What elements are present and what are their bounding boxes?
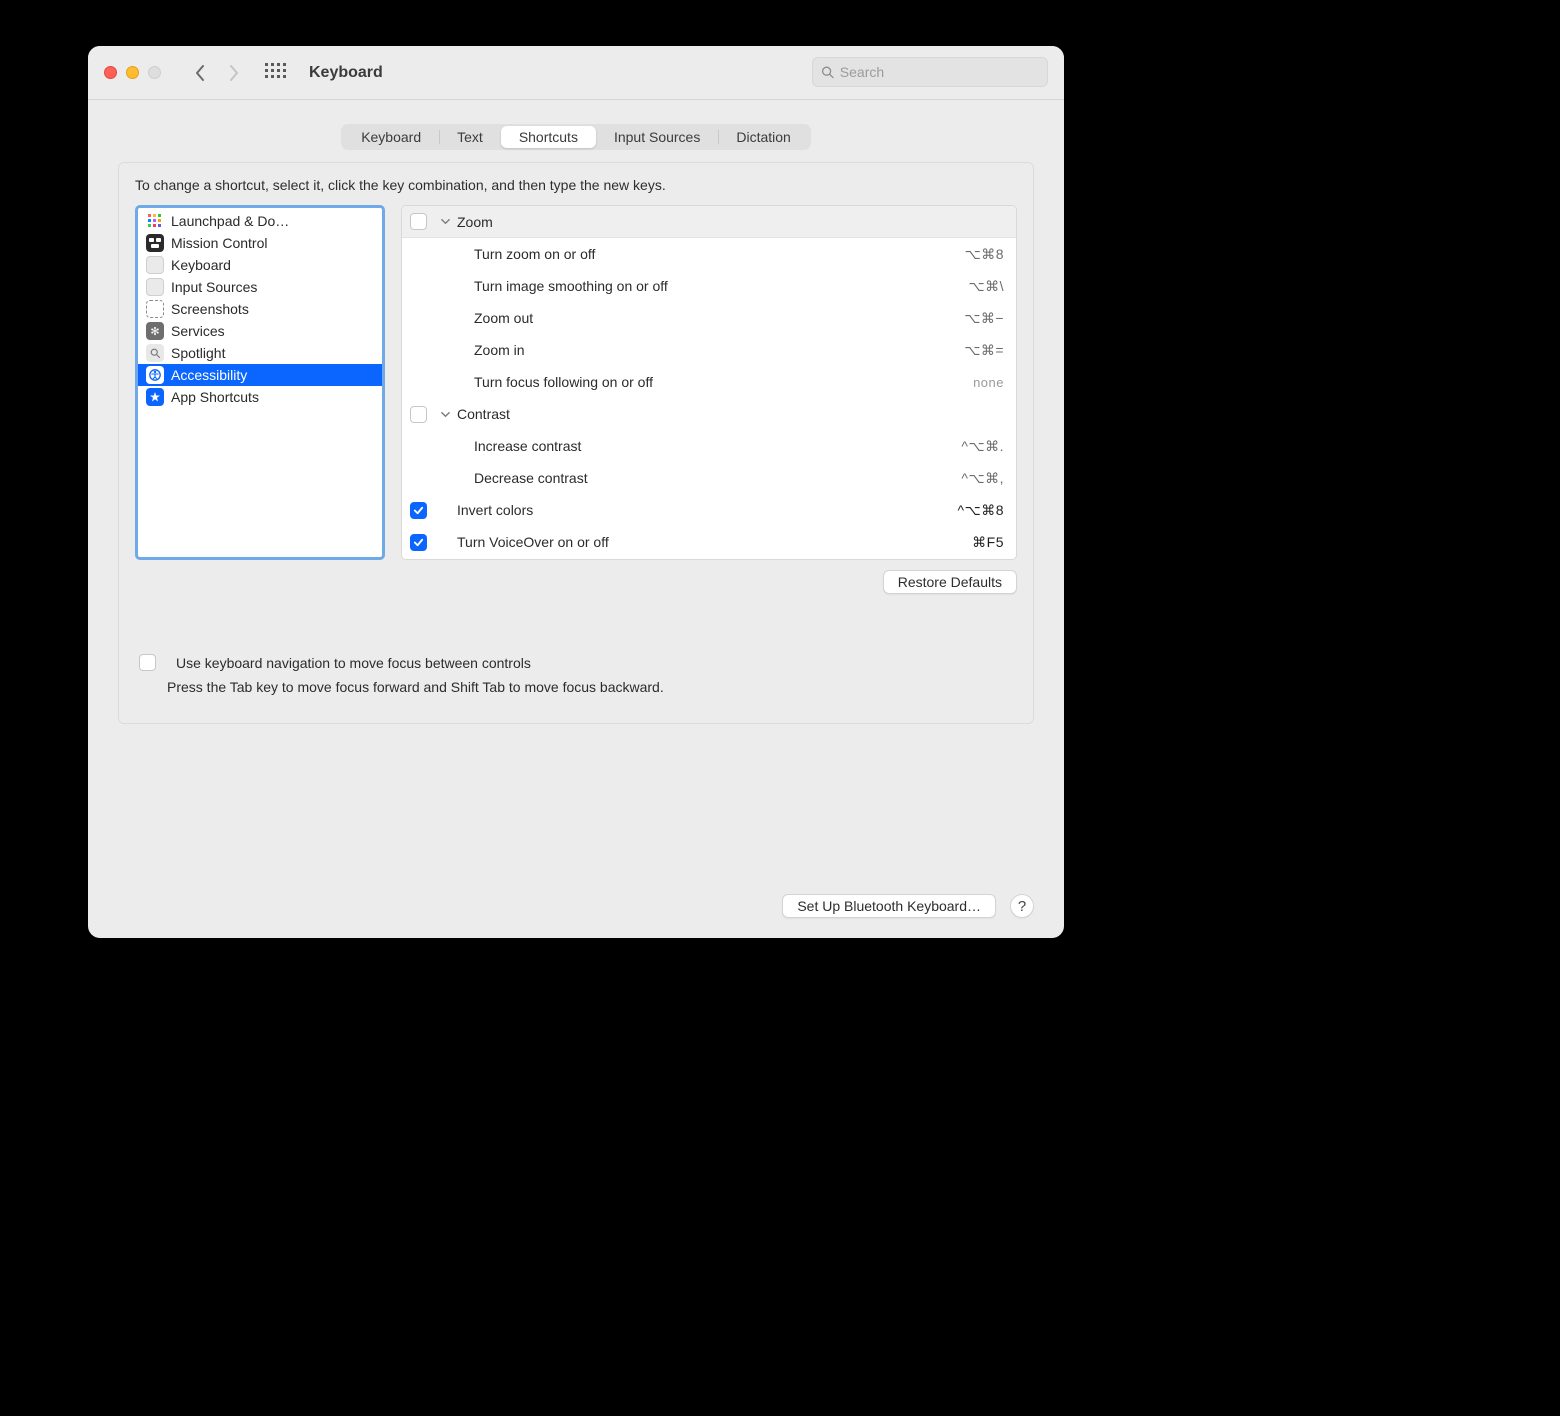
shortcuts-panel: To change a shortcut, select it, click t…	[118, 162, 1034, 724]
category-list[interactable]: Launchpad & Do… Mission Control Keyboard…	[135, 205, 385, 560]
minimize-window-button[interactable]	[126, 66, 139, 79]
shortcut-key[interactable]: none	[973, 375, 1004, 390]
titlebar: Keyboard	[88, 46, 1064, 100]
category-input-sources[interactable]: Input Sources	[138, 276, 382, 298]
help-button[interactable]: ?	[1010, 894, 1034, 918]
split-view: Launchpad & Do… Mission Control Keyboard…	[135, 205, 1017, 560]
category-label: Launchpad & Do…	[171, 213, 289, 229]
category-screenshots[interactable]: Screenshots	[138, 298, 382, 320]
shortcut-label: Decrease contrast	[474, 470, 961, 486]
nav-arrows	[193, 62, 241, 84]
group-contrast-checkbox[interactable]	[410, 406, 427, 423]
shortcut-key[interactable]: ^⌥⌘8	[958, 502, 1005, 519]
shortcut-row[interactable]: Decrease contrast ^⌥⌘,	[402, 462, 1016, 494]
shortcut-row-voiceover[interactable]: Turn VoiceOver on or off ⌘F5	[402, 526, 1016, 558]
shortcut-key[interactable]: ⌥⌘=	[964, 342, 1004, 359]
restore-defaults-button[interactable]: Restore Defaults	[883, 570, 1017, 594]
category-label: Keyboard	[171, 257, 231, 273]
zoom-window-button[interactable]	[148, 66, 161, 79]
preferences-window: Keyboard Keyboard Text Shortcuts Input S…	[88, 46, 1064, 938]
keyboard-navigation-label: Use keyboard navigation to move focus be…	[176, 655, 531, 671]
shortcut-key[interactable]: ⌥⌘−	[964, 310, 1004, 327]
hint-text: To change a shortcut, select it, click t…	[135, 177, 1017, 193]
category-spotlight[interactable]: Spotlight	[138, 342, 382, 364]
disclosure-icon[interactable]	[437, 410, 453, 419]
category-launchpad[interactable]: Launchpad & Do…	[138, 210, 382, 232]
shortcut-row[interactable]: Increase contrast ^⌥⌘.	[402, 430, 1016, 462]
disclosure-icon[interactable]	[437, 217, 453, 226]
shortcut-row[interactable]: Zoom out ⌥⌘−	[402, 302, 1016, 334]
shortcut-label: Zoom out	[474, 310, 964, 326]
shortcut-label: Zoom in	[474, 342, 964, 358]
shortcut-row[interactable]: Turn image smoothing on or off ⌥⌘\	[402, 270, 1016, 302]
search-input[interactable]	[840, 64, 1039, 80]
shortcut-label: Turn focus following on or off	[474, 374, 973, 390]
shortcut-row[interactable]: Turn zoom on or off ⌥⌘8	[402, 238, 1016, 270]
shortcut-key[interactable]: ^⌥⌘,	[961, 470, 1004, 487]
close-window-button[interactable]	[104, 66, 117, 79]
footer: Set Up Bluetooth Keyboard… ?	[782, 894, 1034, 918]
category-label: Mission Control	[171, 235, 267, 251]
tab-input-sources[interactable]: Input Sources	[596, 126, 718, 148]
setup-bluetooth-button[interactable]: Set Up Bluetooth Keyboard…	[782, 894, 996, 918]
app-shortcuts-icon	[146, 388, 164, 406]
mission-control-icon	[146, 234, 164, 252]
group-contrast[interactable]: Contrast	[402, 398, 1016, 430]
group-label: Contrast	[457, 406, 1004, 422]
traffic-lights	[104, 66, 161, 79]
tab-bar: Keyboard Text Shortcuts Input Sources Di…	[341, 124, 811, 150]
category-label: App Shortcuts	[171, 389, 259, 405]
shortcut-row-invert-colors[interactable]: Invert colors ^⌥⌘8	[402, 494, 1016, 526]
shortcut-label: Invert colors	[457, 502, 958, 518]
shortcut-label: Turn VoiceOver on or off	[457, 534, 972, 550]
group-zoom-checkbox[interactable]	[410, 213, 427, 230]
group-zoom[interactable]: Zoom	[402, 206, 1016, 238]
shortcut-key[interactable]: ^⌥⌘.	[961, 438, 1004, 455]
category-label: Screenshots	[171, 301, 249, 317]
tab-text[interactable]: Text	[439, 126, 501, 148]
shortcut-row[interactable]: Zoom in ⌥⌘=	[402, 334, 1016, 366]
tab-keyboard[interactable]: Keyboard	[343, 126, 439, 148]
invert-colors-checkbox[interactable]	[410, 502, 427, 519]
services-icon: ✻	[146, 322, 164, 340]
accessibility-icon	[146, 366, 164, 384]
spotlight-icon	[146, 344, 164, 362]
category-keyboard[interactable]: Keyboard	[138, 254, 382, 276]
nav-forward-button[interactable]	[227, 62, 241, 84]
screenshots-icon	[146, 300, 164, 318]
launchpad-icon	[146, 212, 164, 230]
tab-shortcuts[interactable]: Shortcuts	[501, 126, 596, 148]
keyboard-navigation-sub: Press the Tab key to move focus forward …	[167, 679, 1017, 695]
voiceover-checkbox[interactable]	[410, 534, 427, 551]
category-label: Accessibility	[171, 367, 247, 383]
show-all-icon[interactable]	[265, 63, 285, 83]
shortcut-label: Turn image smoothing on or off	[474, 278, 968, 294]
search-field[interactable]	[812, 57, 1048, 87]
tab-dictation[interactable]: Dictation	[718, 126, 808, 148]
shortcut-label: Turn zoom on or off	[474, 246, 965, 262]
shortcut-key[interactable]: ⌥⌘8	[965, 246, 1004, 263]
keyboard-navigation-checkbox[interactable]	[139, 654, 156, 671]
input-sources-icon	[146, 278, 164, 296]
category-label: Spotlight	[171, 345, 225, 361]
category-mission-control[interactable]: Mission Control	[138, 232, 382, 254]
shortcut-row[interactable]: Turn focus following on or off none	[402, 366, 1016, 398]
nav-back-button[interactable]	[193, 62, 207, 84]
category-app-shortcuts[interactable]: App Shortcuts	[138, 386, 382, 408]
window-title: Keyboard	[309, 64, 383, 82]
keyboard-navigation-section: Use keyboard navigation to move focus be…	[139, 654, 1017, 695]
shortcuts-list[interactable]: Zoom Turn zoom on or off ⌥⌘8 Turn image …	[401, 205, 1017, 560]
group-label: Zoom	[457, 214, 1004, 230]
category-label: Input Sources	[171, 279, 257, 295]
shortcut-key[interactable]: ⌥⌘\	[968, 278, 1004, 295]
search-icon	[821, 65, 834, 79]
shortcut-key[interactable]: ⌘F5	[972, 534, 1004, 551]
category-accessibility[interactable]: Accessibility	[138, 364, 382, 386]
keyboard-icon	[146, 256, 164, 274]
shortcut-label: Increase contrast	[474, 438, 961, 454]
category-label: Services	[171, 323, 225, 339]
category-services[interactable]: ✻ Services	[138, 320, 382, 342]
